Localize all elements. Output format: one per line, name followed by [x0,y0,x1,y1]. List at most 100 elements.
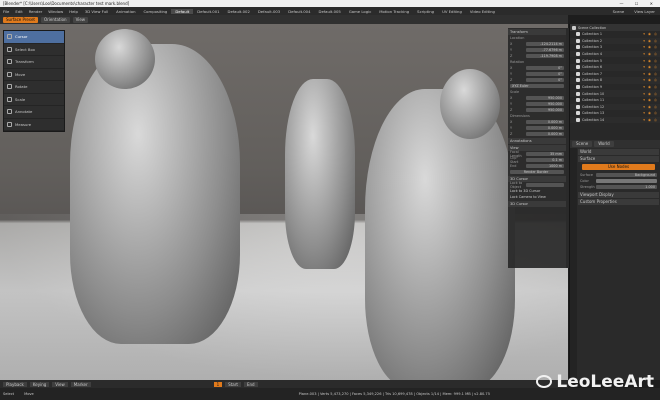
clip-start-field[interactable]: 0.1 m [526,157,564,163]
dimension-z-field[interactable]: 0.000 m [526,131,564,137]
tool-scale[interactable]: Scale [4,94,64,106]
list-item[interactable]: Collection 7 ▾ ◉ ◎ [570,71,660,78]
strength-field[interactable]: 1.000 [596,184,657,190]
workspace-tab[interactable]: Default.003 [254,9,284,14]
3d-cursor-panel[interactable]: 3D Cursor [508,201,566,207]
workspace-tab[interactable]: Scripting [413,9,438,14]
menu-help[interactable]: Help [66,9,81,14]
keying-menu[interactable]: Keying [29,381,50,387]
menu-edit[interactable]: Edit [12,9,25,14]
list-item[interactable]: Collection 4 ▾ ◉ ◎ [570,50,660,58]
playback-menu[interactable]: Playback [3,381,27,387]
rotation-z-field[interactable]: 0° [526,77,564,83]
viewport-display-section[interactable]: Viewport Display [578,192,659,198]
visibility-icons[interactable]: ▾ ◉ ◎ [643,92,660,96]
location-z-field[interactable]: -119.7908 m [526,53,564,59]
tool-cursor[interactable]: Cursor [4,31,64,44]
list-item[interactable]: Collection 12 ▾ ◉ ◎ [570,103,660,111]
list-item[interactable]: Collection 1 ▾ ◉ ◎ [570,31,660,38]
annotations-section[interactable]: Annotations [508,138,566,144]
visibility-icons[interactable]: ▾ ◉ ◎ [643,52,660,56]
view-menu[interactable]: View [72,16,89,23]
workspace-tab[interactable]: Game Logic [345,9,375,14]
workspace-tab[interactable]: Animation [112,9,139,14]
visibility-icons[interactable]: ▾ ◉ ◎ [643,111,660,115]
window-controls[interactable]: — ☐ ✕ [620,0,658,7]
tool-transform[interactable]: Transform [4,56,64,69]
3d-viewport[interactable]: Cursor Select Box Transform Move Rotate … [0,24,568,380]
visibility-icons[interactable]: ▾ ◉ ◎ [643,118,660,122]
location-y-field[interactable]: -77.6796 m [526,47,564,53]
workspace-tab[interactable]: Video Editing [466,9,499,14]
lock-camera-checkbox[interactable]: Lock Camera to View [510,195,546,199]
start-frame-field[interactable]: Start [225,381,241,387]
scale-y-field[interactable]: 950.000 [526,101,564,107]
workspace-tab[interactable]: Default.002 [224,9,254,14]
rotation-mode-dropdown[interactable]: XYZ Euler [510,83,564,89]
list-item[interactable]: Collection 11 ▾ ◉ ◎ [570,97,660,104]
tool-move[interactable]: Move [4,69,64,81]
current-frame-field[interactable]: 1 [213,381,223,387]
list-item[interactable]: Collection 3 ▾ ◉ ◎ [570,44,660,51]
menu-render[interactable]: Render [26,9,46,14]
visibility-icons[interactable]: ▾ ◉ ◎ [643,105,660,109]
use-nodes-button[interactable]: Use Nodes [582,164,655,170]
tab-scene[interactable]: Scene [572,141,593,147]
color-swatch[interactable] [596,178,657,184]
orientation-dropdown[interactable]: Orientation [40,16,70,23]
workspace-tab[interactable]: Default.001 [193,9,223,14]
workspace-tab[interactable]: Motion Tracking [375,9,413,14]
world-datablock[interactable]: World [578,149,659,155]
scale-z-field[interactable]: 950.000 [526,107,564,113]
scale-x-field[interactable]: 950.000 [526,95,564,101]
visibility-icons[interactable]: ▾ ◉ ◎ [643,32,660,36]
location-x-field[interactable]: -124.2114 m [526,41,564,47]
workspace-tab[interactable]: 3D View Full [81,9,112,14]
custom-properties-section[interactable]: Custom Properties [578,199,659,205]
list-item[interactable]: Collection 10 ▾ ◉ ◎ [570,90,660,97]
lock-to-cursor-checkbox[interactable]: Lock to 3D Cursor [510,189,540,193]
surface-dropdown[interactable]: Background [596,172,657,178]
dimension-x-field[interactable]: 0.000 m [526,119,564,125]
visibility-icons[interactable]: ▾ ◉ ◎ [643,72,660,76]
tool-measure[interactable]: Measure [4,119,64,131]
scene-collection-label[interactable]: Scene Collection [578,26,606,30]
robot-model-center[interactable] [285,79,355,269]
dimension-y-field[interactable]: 0.000 m [526,125,564,131]
list-item[interactable]: Collection 5 ▾ ◉ ◎ [570,57,660,64]
scene-selector[interactable]: Scene [610,9,628,14]
list-item[interactable]: Collection 6 ▾ ◉ ◎ [570,63,660,71]
tool-rotate[interactable]: Rotate [4,81,64,94]
render-border-checkbox[interactable]: Render Border [510,169,564,175]
properties-side-tabs[interactable] [570,148,577,380]
visibility-icons[interactable]: ▾ ◉ ◎ [643,45,660,49]
menu-file[interactable]: File [0,9,12,14]
workspace-tab[interactable]: Default.004 [284,9,314,14]
list-item[interactable]: Collection 2 ▾ ◉ ◎ [570,37,660,45]
end-frame-field[interactable]: End [243,381,258,387]
surface-section[interactable]: Surface [578,156,659,162]
tab-world[interactable]: World [594,141,614,147]
surface-preset-button[interactable]: Surface Preset [3,16,38,23]
visibility-icons[interactable]: ▾ ◉ ◎ [643,65,660,69]
menu-window[interactable]: Window [45,9,66,14]
tool-annotate[interactable]: Annotate [4,106,64,119]
focal-length-field[interactable]: 35 mm [526,151,564,157]
workspace-tab[interactable]: UV Editing [438,9,466,14]
workspace-tab-active[interactable]: Default [171,8,194,14]
lock-object-field[interactable] [526,182,564,188]
list-item[interactable]: Collection 9 ▾ ◉ ◎ [570,84,660,91]
rotation-x-field[interactable]: 0° [526,65,564,71]
workspace-tab[interactable]: Compositing [140,9,172,14]
visibility-icons[interactable]: ▾ ◉ ◎ [643,85,660,89]
view-layer-selector[interactable]: View Layer [631,9,658,14]
visibility-icons[interactable]: ▾ ◉ ◎ [643,98,660,102]
visibility-icons[interactable]: ▾ ◉ ◎ [643,39,660,43]
tool-select-box[interactable]: Select Box [4,44,64,56]
list-item[interactable]: Collection 8 ▾ ◉ ◎ [570,77,660,84]
visibility-icons[interactable]: ▾ ◉ ◎ [643,59,660,63]
list-item[interactable]: Collection 14 ▾ ◉ ◎ [570,116,660,124]
rotation-y-field[interactable]: 0° [526,71,564,77]
robot-model-right[interactable] [365,89,515,380]
list-item[interactable]: Collection 13 ▾ ◉ ◎ [570,110,660,117]
